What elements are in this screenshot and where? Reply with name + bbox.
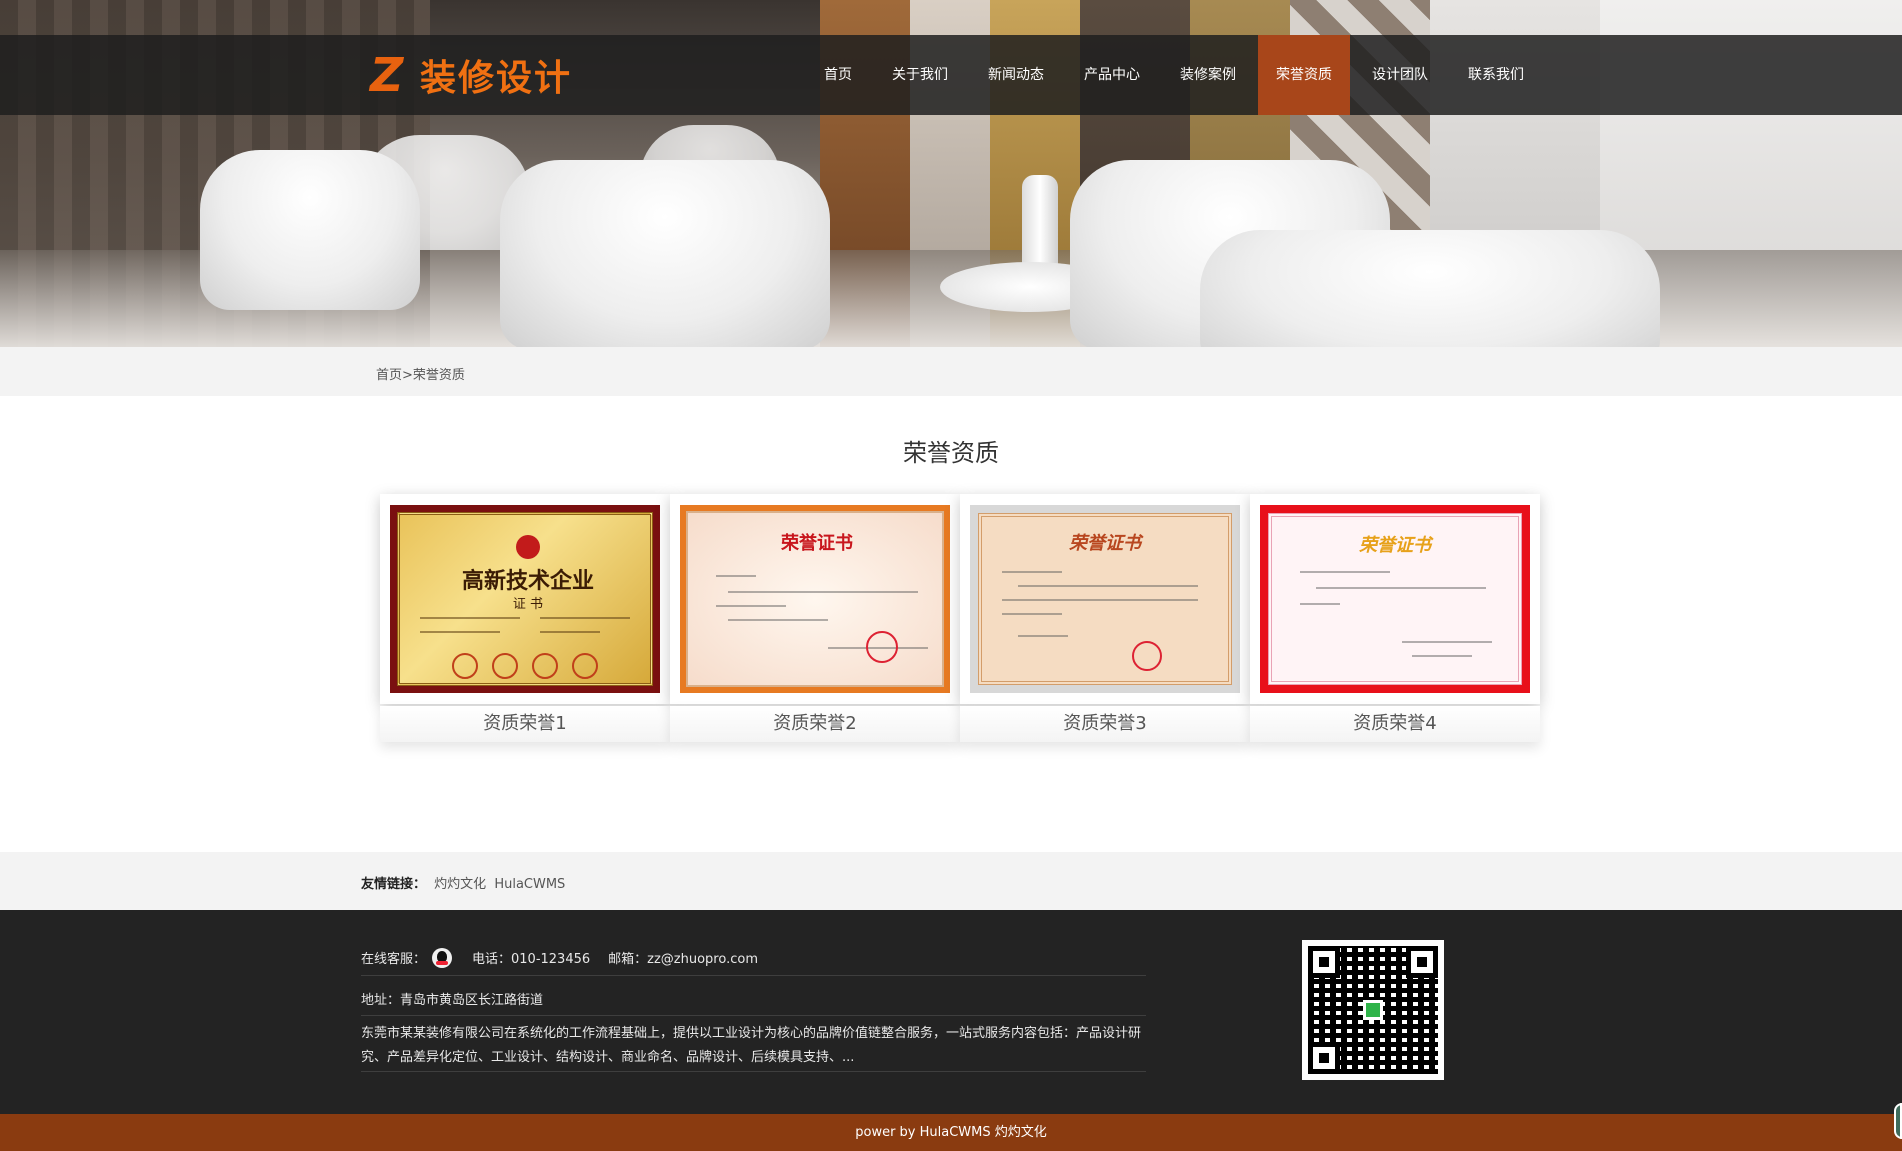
certificate-frame: 高新技术企业 证 书 xyxy=(380,494,670,704)
nav-item-about[interactable]: 关于我们 xyxy=(880,35,960,115)
certificate-caption[interactable]: 资质荣誉4 xyxy=(1250,706,1540,742)
logo-mark: Z xyxy=(370,48,404,102)
page-title: 荣誉资质 xyxy=(903,439,999,467)
footer-phone: 电话：010-123456 xyxy=(472,952,591,967)
cert-text-line xyxy=(1412,655,1472,657)
cert-gold-plate: 高新技术企业 证 书 xyxy=(397,512,653,686)
certificate-caption[interactable]: 资质荣誉1 xyxy=(380,706,670,742)
cert-paper: 荣誉证书 xyxy=(978,513,1232,685)
stamp-icon xyxy=(1132,641,1162,671)
friend-link[interactable]: HulaCWMS xyxy=(494,877,565,892)
cert-title: 荣誉证书 xyxy=(1069,533,1141,554)
nav-item-contact[interactable]: 联系我们 xyxy=(1456,35,1536,115)
cert-text-line xyxy=(1402,641,1492,643)
seal-icon xyxy=(532,653,558,679)
qr-code-pattern xyxy=(1308,946,1438,1074)
seal-icon xyxy=(492,653,518,679)
certificate-caption[interactable]: 资质荣誉3 xyxy=(960,706,1250,742)
nav-item-team[interactable]: 设计团队 xyxy=(1360,35,1440,115)
cert-title: 荣誉证书 xyxy=(1359,535,1431,556)
certificate-caption[interactable]: 资质荣誉2 xyxy=(670,706,960,742)
certificate-card[interactable]: 高新技术企业 证 书 资质荣誉1 xyxy=(380,494,670,744)
cert-text-line xyxy=(420,617,520,619)
cert-text-line xyxy=(1018,635,1068,637)
footer-contact-row: 在线客服： 电话：010-123456 邮箱：zz@zhuopro.com xyxy=(361,940,1146,976)
cert-text-line xyxy=(540,617,630,619)
certificate-card[interactable]: 荣誉证书 资质荣誉2 xyxy=(670,494,960,744)
qr-eye xyxy=(1308,946,1340,978)
side-float-button[interactable] xyxy=(1894,1103,1902,1139)
cert-text-line xyxy=(716,605,786,607)
certificate-frame: 荣誉证书 xyxy=(670,494,960,704)
friend-links-label: 友情链接： xyxy=(361,877,427,892)
certificate-card[interactable]: 荣誉证书 资质荣誉4 xyxy=(1250,494,1540,744)
cert-text-line xyxy=(1002,613,1062,615)
cert-text-line xyxy=(1316,587,1486,589)
footer-address: 地址：青岛市黄岛区长江路街道 xyxy=(361,993,544,1008)
cert-subtitle: 证 书 xyxy=(512,597,544,612)
certificate-image: 荣誉证书 xyxy=(970,505,1240,693)
top-navbar: Z 装修设计 首页 关于我们 新闻动态 产品中心 装修案例 荣誉资质 设计团队 … xyxy=(0,35,1902,115)
cert-text-line xyxy=(1018,585,1198,587)
site-logo[interactable]: Z 装修设计 xyxy=(370,49,572,101)
footer-address-row: 地址：青岛市黄岛区长江路街道 xyxy=(361,982,1146,1016)
certificate-card[interactable]: 荣誉证书 资质荣誉3 xyxy=(960,494,1250,744)
site-footer: 在线客服： 电话：010-123456 邮箱：zz@zhuopro.com 地址… xyxy=(0,910,1902,1114)
cert-text-line xyxy=(1300,603,1340,605)
cert-title: 高新技术企业 xyxy=(461,568,594,594)
cert-paper: 荣誉证书 xyxy=(686,511,944,687)
hero-chair xyxy=(200,150,420,310)
hero-chair xyxy=(500,160,830,347)
seal-icon xyxy=(572,653,598,679)
breadcrumb-current[interactable]: 荣誉资质 xyxy=(413,368,465,383)
hero-chair xyxy=(1200,230,1660,347)
breadcrumb-bar: 首页>荣誉资质 xyxy=(0,347,1902,396)
online-service-label: 在线客服： xyxy=(361,952,427,967)
footer-email: 邮箱：zz@zhuopro.com xyxy=(608,952,758,967)
friend-link[interactable]: 灼灼文化 xyxy=(434,877,486,892)
friend-links: 友情链接： 灼灼文化 HulaCWMS xyxy=(361,873,565,892)
stamp-icon xyxy=(866,631,898,663)
breadcrumb-home-link[interactable]: 首页 xyxy=(376,368,402,383)
qr-eye xyxy=(1308,1042,1340,1074)
qr-eye xyxy=(1406,946,1438,978)
cert-text-line xyxy=(1002,571,1062,573)
nav-item-cases[interactable]: 装修案例 xyxy=(1168,35,1248,115)
cert-text-line xyxy=(716,575,756,577)
nav-item-products[interactable]: 产品中心 xyxy=(1072,35,1152,115)
cert-text-line xyxy=(728,619,828,621)
certificate-frame: 荣誉证书 xyxy=(960,494,1250,704)
nav-item-honors[interactable]: 荣誉资质 xyxy=(1258,35,1350,115)
certificate-image: 荣誉证书 xyxy=(1260,505,1530,693)
copyright-bar: power by HulaCWMS 灼灼文化 xyxy=(0,1114,1902,1151)
cert-text-line xyxy=(540,631,600,633)
breadcrumb: 首页>荣誉资质 xyxy=(376,364,465,383)
emblem-icon xyxy=(516,535,540,559)
cert-paper: 荣誉证书 xyxy=(1268,513,1522,685)
seal-icon xyxy=(452,653,478,679)
nav-item-home[interactable]: 首页 xyxy=(808,35,868,115)
breadcrumb-separator: > xyxy=(402,368,413,383)
cert-text-line xyxy=(1002,599,1198,601)
logo-text: 装修设计 xyxy=(420,58,573,99)
cert-text-line xyxy=(1300,571,1390,573)
cert-text-line xyxy=(728,591,918,593)
nav-item-news[interactable]: 新闻动态 xyxy=(976,35,1056,115)
qq-icon[interactable] xyxy=(432,947,453,968)
certificate-frame: 荣誉证书 xyxy=(1250,494,1540,704)
qr-center-logo xyxy=(1363,1000,1383,1020)
qr-code-icon xyxy=(1302,940,1444,1080)
footer-description: 东莞市某某装修有限公司在系统化的工作流程基础上，提供以工业设计为核心的品牌价值链… xyxy=(361,1022,1146,1072)
cert-text-line xyxy=(420,631,500,633)
friend-links-bar: 友情链接： 灼灼文化 HulaCWMS xyxy=(0,852,1902,910)
certificate-image: 荣誉证书 xyxy=(680,505,950,693)
certificate-image: 高新技术企业 证 书 xyxy=(390,505,660,693)
cert-title: 荣誉证书 xyxy=(781,533,853,554)
